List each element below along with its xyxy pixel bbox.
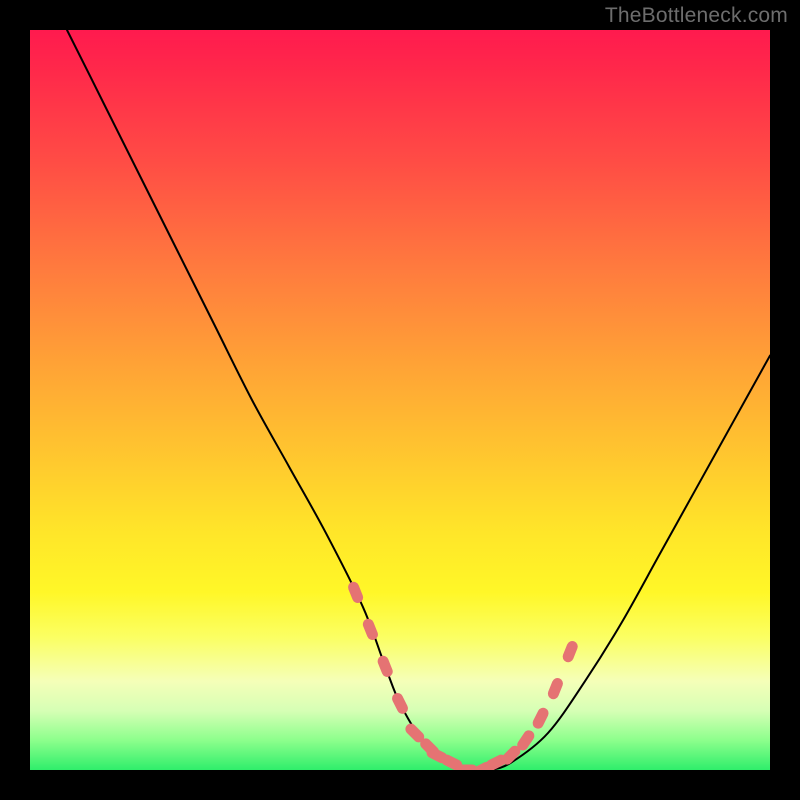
highlight-marker xyxy=(390,691,410,716)
highlight-marker xyxy=(531,706,551,731)
watermark-text: TheBottleneck.com xyxy=(605,4,788,28)
chart-svg xyxy=(30,30,770,770)
highlight-marker xyxy=(361,617,379,642)
highlight-marker xyxy=(376,654,394,679)
highlight-markers xyxy=(346,580,579,770)
highlight-marker xyxy=(561,639,579,664)
plot-area xyxy=(30,30,770,770)
highlight-marker xyxy=(346,580,364,605)
bottleneck-curve xyxy=(67,30,770,770)
chart-frame: TheBottleneck.com xyxy=(0,0,800,800)
highlight-marker xyxy=(546,676,564,701)
